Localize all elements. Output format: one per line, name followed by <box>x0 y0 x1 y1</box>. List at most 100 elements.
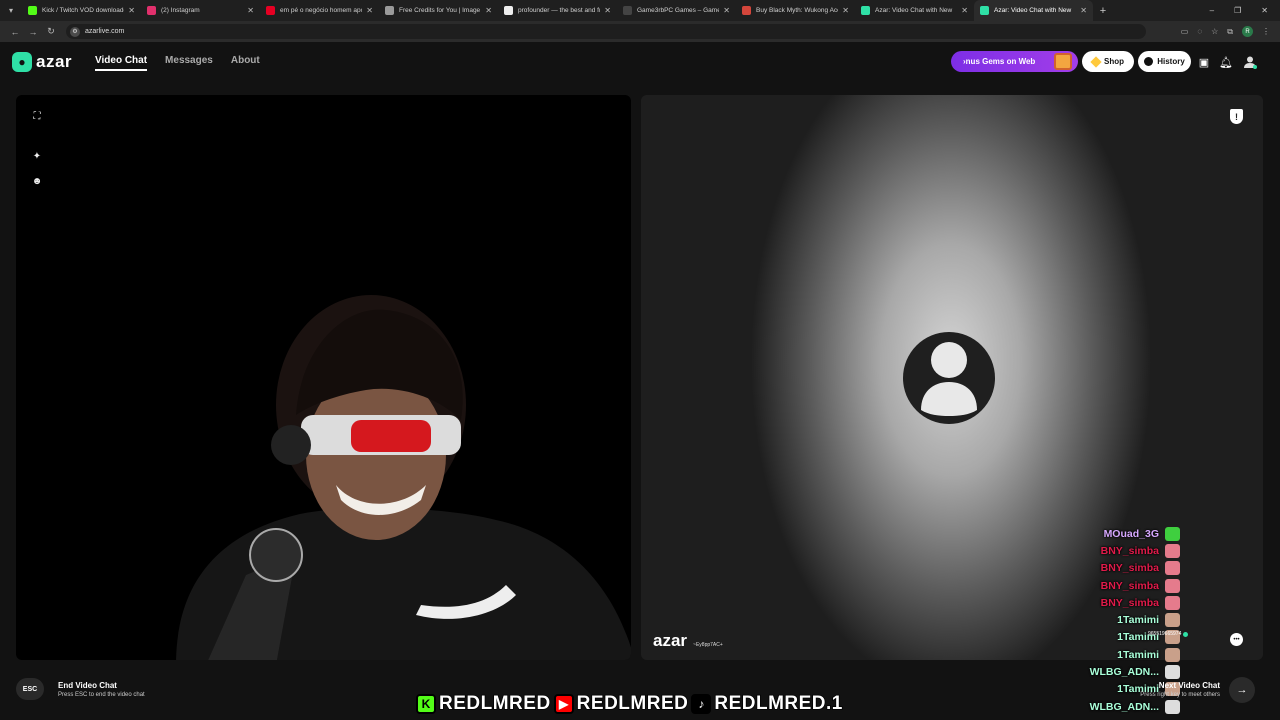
history-label: History <box>1157 57 1185 66</box>
magic-wand-icon[interactable]: ✦ <box>30 149 44 163</box>
next-chat-button[interactable]: → <box>1229 677 1255 703</box>
chat-message: WLBG_ADN... <box>1040 663 1180 680</box>
toolbar-actions: ▭ ◌ ☆ ⧉ R ⋮ <box>1181 21 1270 42</box>
chat-emote-icon <box>1165 543 1180 558</box>
azar-logo-text: azar <box>36 52 73 71</box>
bonus-gems-banner[interactable]: ›nus Gems on Web <box>951 51 1078 72</box>
chat-message: 1Tamimi <box>1040 646 1180 663</box>
chat-username: BNY_simba <box>1100 544 1159 557</box>
notification-number: 965519665974 <box>1148 631 1182 637</box>
chat-emote-icon <box>1165 613 1180 628</box>
kick-icon: K <box>416 694 436 714</box>
browser-tab[interactable]: Game3rbPC Games – Games Cr✕ <box>617 0 736 21</box>
gem-icon <box>1090 55 1102 68</box>
azar-logo[interactable]: ● azar <box>12 52 72 72</box>
browser-menu-icon[interactable]: ⋮ <box>1262 27 1270 36</box>
chat-bubble-icon[interactable]: ••• <box>1230 633 1243 646</box>
minimize-icon[interactable]: – <box>1210 6 1214 15</box>
back-icon[interactable]: ← <box>6 27 24 37</box>
browser-tab[interactable]: Buy Black Myth: Wukong Accou ✕ <box>736 0 855 21</box>
close-tab-icon[interactable]: ✕ <box>723 6 730 15</box>
my-camera-video: ⛶ ✦ ☻ <box>16 95 631 660</box>
user-avatar-icon[interactable] <box>1243 55 1257 69</box>
inbox-icon[interactable]: ▣ <box>1197 55 1211 69</box>
close-tab-icon[interactable]: ✕ <box>842 6 849 15</box>
tab-favicon-icon <box>742 6 751 15</box>
user-placeholder-icon <box>921 342 977 416</box>
site-info-icon[interactable]: ⚙ <box>70 26 80 37</box>
history-button[interactable]: History <box>1138 51 1191 72</box>
profile-avatar[interactable]: R <box>1242 26 1253 37</box>
tracking-off-icon[interactable]: ◌ <box>1197 27 1202 36</box>
close-tab-icon[interactable]: ✕ <box>128 6 135 15</box>
status-dot-icon <box>1183 631 1189 637</box>
chat-message: MOuad_3G <box>1040 525 1180 542</box>
watermark-logo: azar <box>653 631 688 650</box>
end-chat-hint: Press ESC to end the video chat <box>58 691 145 698</box>
reload-icon[interactable]: ↻ <box>42 26 60 37</box>
end-chat-title: End Video Chat <box>58 680 117 690</box>
browser-tab[interactable]: (2) Instagram ✕ <box>141 0 260 21</box>
chat-username: WLBG_ADN... <box>1089 666 1159 679</box>
cast-icon[interactable]: ▭ <box>1181 27 1189 36</box>
app-header: ● azar Video Chat Messages About ›nus Gems… <box>0 42 1280 82</box>
next-chat-hint: Press right key to meet others <box>1140 692 1220 698</box>
close-tab-icon[interactable]: ✕ <box>961 6 968 15</box>
clock-icon <box>1144 57 1154 66</box>
browser-tab[interactable]: Azar: Video Chat with New ✕ <box>974 0 1093 21</box>
close-tab-icon[interactable]: ✕ <box>1080 6 1087 15</box>
treasure-chest-icon <box>1054 53 1072 70</box>
watermark-id: ~Ey8pp7AC+ <box>693 642 723 648</box>
url-text: azarlive.com <box>85 28 125 35</box>
partner-watermark: azar ~Ey8pp7AC+ <box>653 631 723 651</box>
close-tab-icon[interactable]: ✕ <box>247 6 254 15</box>
bell-icon[interactable]: 🔔︎ <box>1219 55 1233 69</box>
close-window-icon[interactable]: ✕ <box>1261 6 1268 15</box>
social-handle: REDLMRED <box>576 692 689 715</box>
close-tab-icon[interactable]: ✕ <box>366 6 373 15</box>
browser-tab[interactable]: profounder — the best and fre ✕ <box>498 0 617 21</box>
chat-message: WLBG_ADN... <box>1040 698 1180 715</box>
url-field[interactable]: ⚙ azarlive.com <box>66 24 1146 39</box>
new-tab-icon[interactable]: + <box>1093 5 1113 17</box>
tab-title: Game3rbPC Games – Games Cr <box>637 7 720 14</box>
tab-title: Azar: Video Chat with New <box>994 7 1072 14</box>
tab-title: Buy Black Myth: Wukong Accou <box>756 7 838 14</box>
fullscreen-icon[interactable]: ⛶ <box>30 109 44 123</box>
end-chat-control[interactable]: ESC End Video Chat Press ESC to end the … <box>16 678 145 700</box>
window-controls: – ❐ ✕ <box>1210 0 1280 21</box>
close-tab-icon[interactable]: ✕ <box>604 6 611 15</box>
forward-icon[interactable]: → <box>24 27 42 37</box>
nav-about[interactable]: About <box>231 55 260 71</box>
mask-filter-icon[interactable]: ☻ <box>30 174 44 188</box>
tab-search-icon[interactable]: ▾ <box>0 0 22 21</box>
report-shield-icon[interactable]: ! <box>1230 109 1243 124</box>
browser-tab[interactable]: em pé o negócio homem apoi ✕ <box>260 0 379 21</box>
chat-emote-icon <box>1165 578 1180 593</box>
chat-message: BNY_simba <box>1040 542 1180 559</box>
browser-tab[interactable]: Kick / Twitch VOD downloader ✕ <box>22 0 141 21</box>
nav-video-chat[interactable]: Video Chat <box>95 55 148 71</box>
browser-tab[interactable]: Azar: Video Chat with New ✕ <box>855 0 974 21</box>
browser-tab[interactable]: Free Credits for You | Image ✕ <box>379 0 498 21</box>
chat-username: BNY_simba <box>1100 596 1159 609</box>
social-handle: REDLMRED.1 <box>714 692 844 715</box>
extensions-icon[interactable]: ⧉ <box>1227 27 1233 37</box>
restore-icon[interactable]: ❐ <box>1234 6 1241 15</box>
tab-title: (2) Instagram <box>161 7 200 14</box>
azar-logo-icon: ● <box>12 52 32 72</box>
chat-emote-icon <box>1165 699 1180 714</box>
chat-emote-icon <box>1165 647 1180 662</box>
close-tab-icon[interactable]: ✕ <box>485 6 492 15</box>
chat-username: 1Tamimi <box>1117 648 1159 661</box>
tab-favicon-icon <box>623 6 632 15</box>
esc-key-button[interactable]: ESC <box>16 678 44 700</box>
tab-favicon-icon <box>385 6 394 15</box>
nav-messages[interactable]: Messages <box>165 55 213 71</box>
chat-username: BNY_simba <box>1100 562 1159 575</box>
shop-button[interactable]: Shop <box>1082 51 1134 72</box>
next-chat-control: Next Video Chat Press right key to meet … <box>1128 681 1220 698</box>
chat-message: BNY_simba <box>1040 560 1180 577</box>
bookmark-star-icon[interactable]: ☆ <box>1211 27 1218 36</box>
streamer-socials-banner: K REDLMRED ▶ REDLMRED ♪ REDLMRED.1 <box>416 691 843 717</box>
